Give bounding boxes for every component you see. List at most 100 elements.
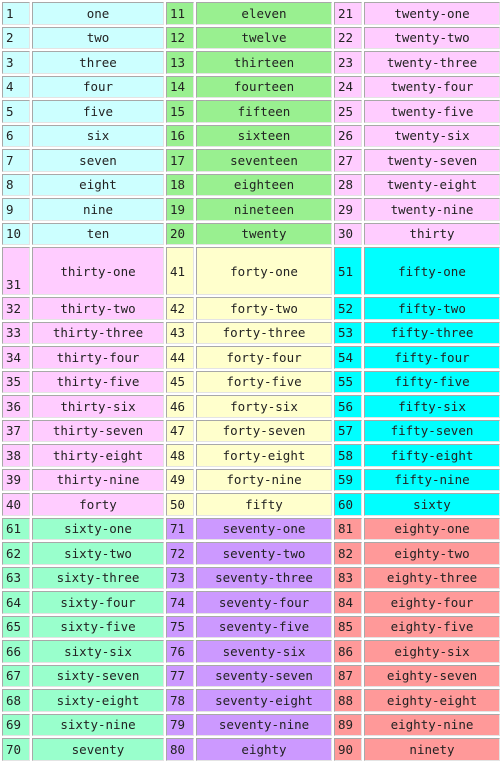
word-cell: seventeen xyxy=(196,149,332,172)
number-cell: 9 xyxy=(2,198,30,221)
number-cell: 66 xyxy=(2,640,30,663)
number-cell: 32 xyxy=(2,297,30,320)
number-cell: 5 xyxy=(2,100,30,123)
table-row: 62 sixty-two 72 seventy-two 82 eighty-two xyxy=(2,542,500,565)
table-row: 40 forty 50 fifty 60 sixty xyxy=(2,493,500,516)
number-cell: 31 xyxy=(2,247,30,295)
table-row: 66 sixty-six 76 seventy-six 86 eighty-six xyxy=(2,640,500,663)
number-cell: 2 xyxy=(2,26,30,49)
number-cell: 89 xyxy=(334,713,362,736)
number-cell: 16 xyxy=(166,124,194,147)
number-cell: 13 xyxy=(166,51,194,74)
number-cell: 81 xyxy=(334,517,362,540)
table-row: 31 thirty-one 41 forty-one 51 fifty-one xyxy=(2,247,500,295)
word-cell: fifty-five xyxy=(364,370,500,393)
table-row: 32 thirty-two 42 forty-two 52 fifty-two xyxy=(2,297,500,320)
number-cell: 41 xyxy=(166,247,194,295)
number-cell: 36 xyxy=(2,395,30,418)
number-cell: 71 xyxy=(166,517,194,540)
number-cell: 10 xyxy=(2,222,30,245)
word-cell: seventy-six xyxy=(196,640,332,663)
word-cell: nineteen xyxy=(196,198,332,221)
number-cell: 24 xyxy=(334,75,362,98)
word-cell: eighty-four xyxy=(364,591,500,614)
word-cell: twenty-two xyxy=(364,26,500,49)
number-cell: 30 xyxy=(334,222,362,245)
word-cell: fifteen xyxy=(196,100,332,123)
number-cell: 67 xyxy=(2,664,30,687)
word-cell: eighty-nine xyxy=(364,713,500,736)
number-cell: 17 xyxy=(166,149,194,172)
word-cell: forty-seven xyxy=(196,419,332,442)
table-row: 1 one 11 eleven 21 twenty-one xyxy=(2,2,500,25)
number-cell: 49 xyxy=(166,468,194,491)
number-cell: 82 xyxy=(334,542,362,565)
word-cell: forty-six xyxy=(196,395,332,418)
table-row: 2 two 12 twelve 22 twenty-two xyxy=(2,26,500,49)
word-cell: fifty xyxy=(196,493,332,516)
word-cell: forty xyxy=(32,493,164,516)
word-cell: thirty-two xyxy=(32,297,164,320)
number-cell: 90 xyxy=(334,738,362,761)
word-cell: seventy-three xyxy=(196,566,332,589)
table-row: 70 seventy 80 eighty 90 ninety xyxy=(2,738,500,761)
table-body: 1 one 11 eleven 21 twenty-one 2 two 12 twelve 22 tw… xyxy=(2,2,500,761)
table-row: 10 ten 20 twenty 30 thirty xyxy=(2,222,500,245)
number-cell: 57 xyxy=(334,419,362,442)
word-cell: fifty-four xyxy=(364,346,500,369)
number-cell: 65 xyxy=(2,615,30,638)
word-cell: one xyxy=(32,2,164,25)
number-cell: 87 xyxy=(334,664,362,687)
number-cell: 86 xyxy=(334,640,362,663)
word-cell: thirty-one xyxy=(32,247,164,295)
word-cell: seventy-eight xyxy=(196,689,332,712)
table-row: 65 sixty-five 75 seventy-five 85 eighty-five xyxy=(2,615,500,638)
number-cell: 7 xyxy=(2,149,30,172)
word-cell: forty-two xyxy=(196,297,332,320)
word-cell: eighty-eight xyxy=(364,689,500,712)
word-cell: twenty-one xyxy=(364,2,500,25)
table-row: 37 thirty-seven 47 forty-seven 57 fifty-seven xyxy=(2,419,500,442)
word-cell: thirty-five xyxy=(32,370,164,393)
number-cell: 80 xyxy=(166,738,194,761)
number-cell: 44 xyxy=(166,346,194,369)
number-cell: 15 xyxy=(166,100,194,123)
table-row: 36 thirty-six 46 forty-six 56 fifty-six xyxy=(2,395,500,418)
table-row: 9 nine 19 nineteen 29 twenty-nine xyxy=(2,198,500,221)
word-cell: eighty-three xyxy=(364,566,500,589)
number-cell: 25 xyxy=(334,100,362,123)
word-cell: twelve xyxy=(196,26,332,49)
word-cell: sixteen xyxy=(196,124,332,147)
number-cell: 29 xyxy=(334,198,362,221)
number-cell: 74 xyxy=(166,591,194,614)
word-cell: fifty-nine xyxy=(364,468,500,491)
word-cell: nine xyxy=(32,198,164,221)
number-cell: 85 xyxy=(334,615,362,638)
number-cell: 50 xyxy=(166,493,194,516)
word-cell: twenty-nine xyxy=(364,198,500,221)
table-row: 68 sixty-eight 78 seventy-eight 88 eighty-eig… xyxy=(2,689,500,712)
word-cell: seventy-two xyxy=(196,542,332,565)
number-cell: 12 xyxy=(166,26,194,49)
word-cell: thirty-six xyxy=(32,395,164,418)
number-cell: 48 xyxy=(166,444,194,467)
number-cell: 6 xyxy=(2,124,30,147)
word-cell: seventy-seven xyxy=(196,664,332,687)
number-cell: 33 xyxy=(2,321,30,344)
word-cell: thirty-seven xyxy=(32,419,164,442)
number-cell: 18 xyxy=(166,173,194,196)
word-cell: twenty-four xyxy=(364,75,500,98)
number-cell: 53 xyxy=(334,321,362,344)
word-cell: eighty xyxy=(196,738,332,761)
number-cell: 62 xyxy=(2,542,30,565)
number-cell: 26 xyxy=(334,124,362,147)
word-cell: six xyxy=(32,124,164,147)
number-cell: 8 xyxy=(2,173,30,196)
table-row: 34 thirty-four 44 forty-four 54 fifty-four xyxy=(2,346,500,369)
word-cell: fifty-two xyxy=(364,297,500,320)
number-words-table: 1 one 11 eleven 21 twenty-one 2 two 12 twelve 22 tw… xyxy=(0,0,500,763)
word-cell: seventy-five xyxy=(196,615,332,638)
word-cell: seven xyxy=(32,149,164,172)
number-cell: 73 xyxy=(166,566,194,589)
table-row: 64 sixty-four 74 seventy-four 84 eighty-four xyxy=(2,591,500,614)
